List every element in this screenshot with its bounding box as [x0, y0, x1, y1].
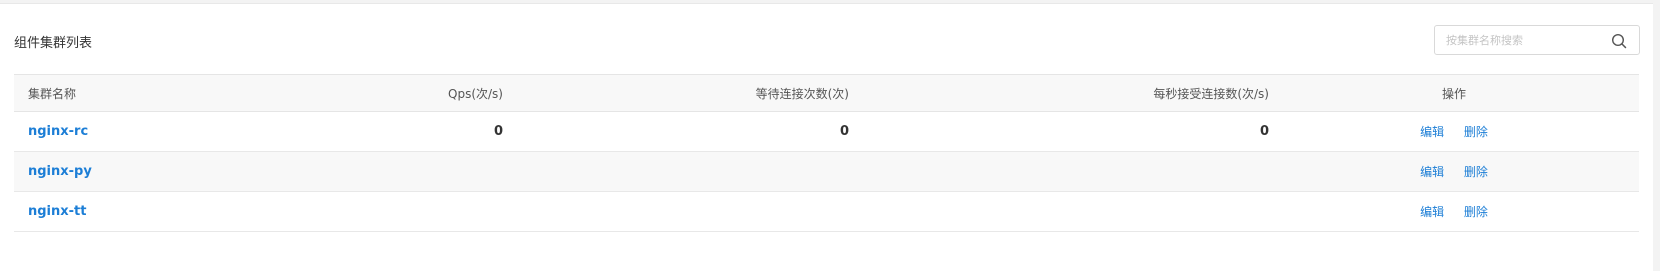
cell-waiting [503, 191, 849, 232]
cluster-name-link[interactable]: nginx-tt [28, 204, 86, 219]
cell-cluster-name: nginx-py [14, 151, 244, 192]
header-waiting-connections: 等待连接次数(次) [503, 74, 849, 112]
cluster-table: 集群名称 Qps(次/s) 等待连接次数(次) 每秒接受连接数(次/s) 操作 … [14, 74, 1639, 232]
table-row: nginx-tt 编辑 删除 [14, 191, 1639, 232]
search-icon[interactable] [1611, 33, 1627, 49]
cell-accept-rate [849, 151, 1269, 192]
cell-actions: 编辑 删除 [1269, 191, 1639, 232]
header-actions: 操作 [1269, 74, 1639, 112]
waiting-value: 0 [839, 124, 849, 139]
search-input[interactable] [1435, 26, 1605, 54]
edit-button[interactable]: 编辑 [1420, 205, 1444, 219]
cell-waiting [503, 151, 849, 192]
delete-button[interactable]: 删除 [1464, 205, 1488, 219]
table-header-row: 集群名称 Qps(次/s) 等待连接次数(次) 每秒接受连接数(次/s) 操作 [14, 74, 1639, 112]
cell-cluster-name: nginx-tt [14, 191, 244, 232]
cell-qps: 0 [244, 111, 503, 152]
cell-actions: 编辑 删除 [1269, 111, 1639, 152]
accept-rate-value: 0 [1259, 124, 1269, 139]
cell-accept-rate: 0 [849, 111, 1269, 152]
header-accepts-per-second: 每秒接受连接数(次/s) [849, 74, 1269, 112]
search-box [1434, 25, 1640, 55]
edit-button[interactable]: 编辑 [1420, 125, 1444, 139]
cluster-list-panel: 组件集群列表 集群名称 Qps(次/s) 等待连接次数(次) 每秒接受连接数(次… [0, 3, 1653, 271]
delete-button[interactable]: 删除 [1464, 165, 1488, 179]
cell-qps [244, 191, 503, 232]
table-row: nginx-rc 0 0 0 编辑 删除 [14, 111, 1639, 152]
table-row: nginx-py 编辑 删除 [14, 151, 1639, 192]
cell-cluster-name: nginx-rc [14, 111, 244, 152]
cell-waiting: 0 [503, 111, 849, 152]
delete-button[interactable]: 删除 [1464, 125, 1488, 139]
cell-actions: 编辑 删除 [1269, 151, 1639, 192]
header-qps: Qps(次/s) [244, 74, 503, 112]
cell-accept-rate [849, 191, 1269, 232]
qps-value: 0 [493, 124, 503, 139]
cluster-name-link[interactable]: nginx-rc [28, 124, 88, 139]
edit-button[interactable]: 编辑 [1420, 165, 1444, 179]
panel-title: 组件集群列表 [14, 36, 93, 51]
cell-qps [244, 151, 503, 192]
header-cluster-name: 集群名称 [14, 74, 244, 112]
cluster-name-link[interactable]: nginx-py [28, 164, 92, 179]
